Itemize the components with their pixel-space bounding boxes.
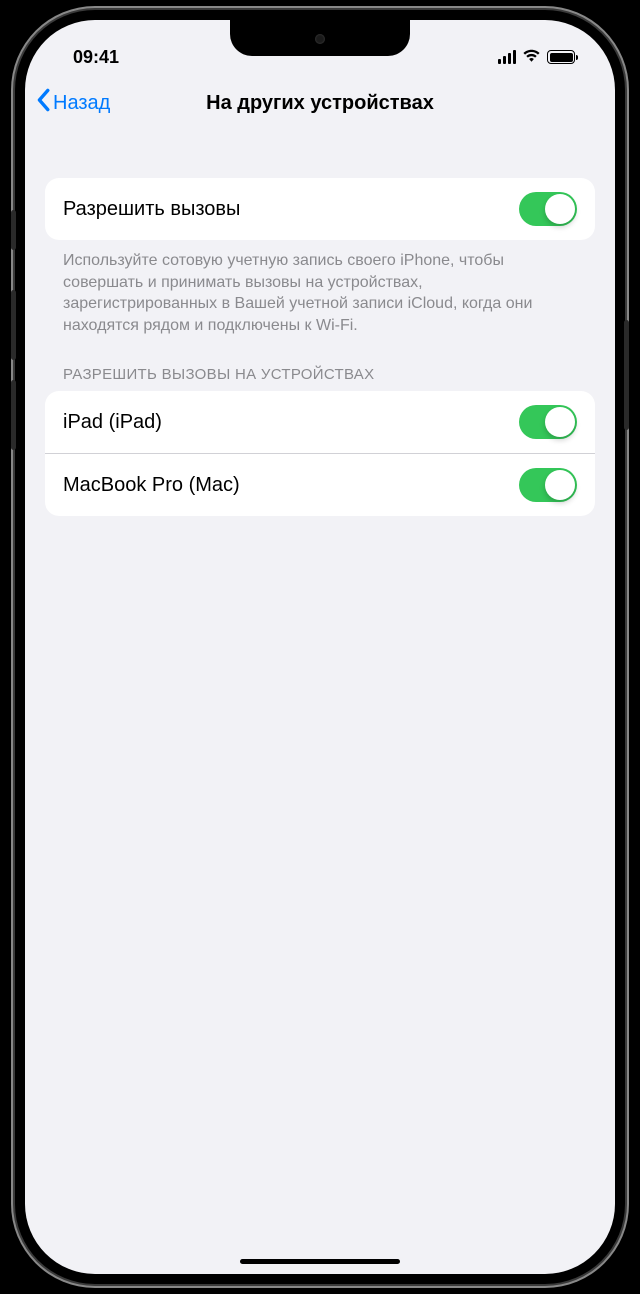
allow-calls-toggle[interactable] bbox=[519, 192, 577, 226]
allow-calls-group: Разрешить вызовы Используйте сотовую уче… bbox=[45, 178, 595, 336]
wifi-icon bbox=[522, 47, 541, 68]
toggle-knob bbox=[545, 470, 575, 500]
nav-bar: Назад На других устройствах bbox=[25, 76, 615, 134]
back-button[interactable]: Назад bbox=[35, 88, 110, 118]
phone-frame: 09:41 Назад На других устройств bbox=[15, 10, 625, 1284]
volume-down-button bbox=[11, 380, 16, 450]
notch bbox=[230, 20, 410, 56]
devices-list: iPad (iPad) MacBook Pro (Mac) bbox=[45, 391, 595, 516]
mute-switch bbox=[11, 210, 16, 250]
volume-up-button bbox=[11, 290, 16, 360]
phone-screen: 09:41 Назад На других устройств bbox=[25, 20, 615, 1274]
content: Разрешить вызовы Используйте сотовую уче… bbox=[25, 178, 615, 516]
home-indicator[interactable] bbox=[240, 1259, 400, 1264]
device-row-macbook[interactable]: MacBook Pro (Mac) bbox=[45, 453, 595, 516]
power-button bbox=[624, 320, 629, 430]
status-icons bbox=[498, 47, 575, 68]
chevron-left-icon bbox=[35, 88, 51, 118]
device-label: MacBook Pro (Mac) bbox=[63, 474, 240, 497]
device-label: iPad (iPad) bbox=[63, 411, 162, 434]
devices-group: РАЗРЕШИТЬ ВЫЗОВЫ НА УСТРОЙСТВАХ iPad (iP… bbox=[45, 366, 595, 516]
toggle-knob bbox=[545, 407, 575, 437]
toggle-knob bbox=[545, 194, 575, 224]
device-toggle-macbook[interactable] bbox=[519, 468, 577, 502]
device-toggle-ipad[interactable] bbox=[519, 405, 577, 439]
allow-calls-list: Разрешить вызовы bbox=[45, 178, 595, 240]
cellular-signal-icon bbox=[498, 50, 516, 64]
page-title: На других устройствах bbox=[206, 92, 434, 115]
allow-calls-footer: Используйте сотовую учетную запись своег… bbox=[45, 240, 595, 336]
allow-calls-row[interactable]: Разрешить вызовы bbox=[45, 178, 595, 240]
devices-header: РАЗРЕШИТЬ ВЫЗОВЫ НА УСТРОЙСТВАХ bbox=[45, 366, 595, 391]
allow-calls-label: Разрешить вызовы bbox=[63, 198, 240, 221]
status-time: 09:41 bbox=[73, 47, 119, 68]
battery-icon bbox=[547, 50, 575, 64]
back-label: Назад bbox=[53, 92, 110, 115]
device-row-ipad[interactable]: iPad (iPad) bbox=[45, 391, 595, 453]
